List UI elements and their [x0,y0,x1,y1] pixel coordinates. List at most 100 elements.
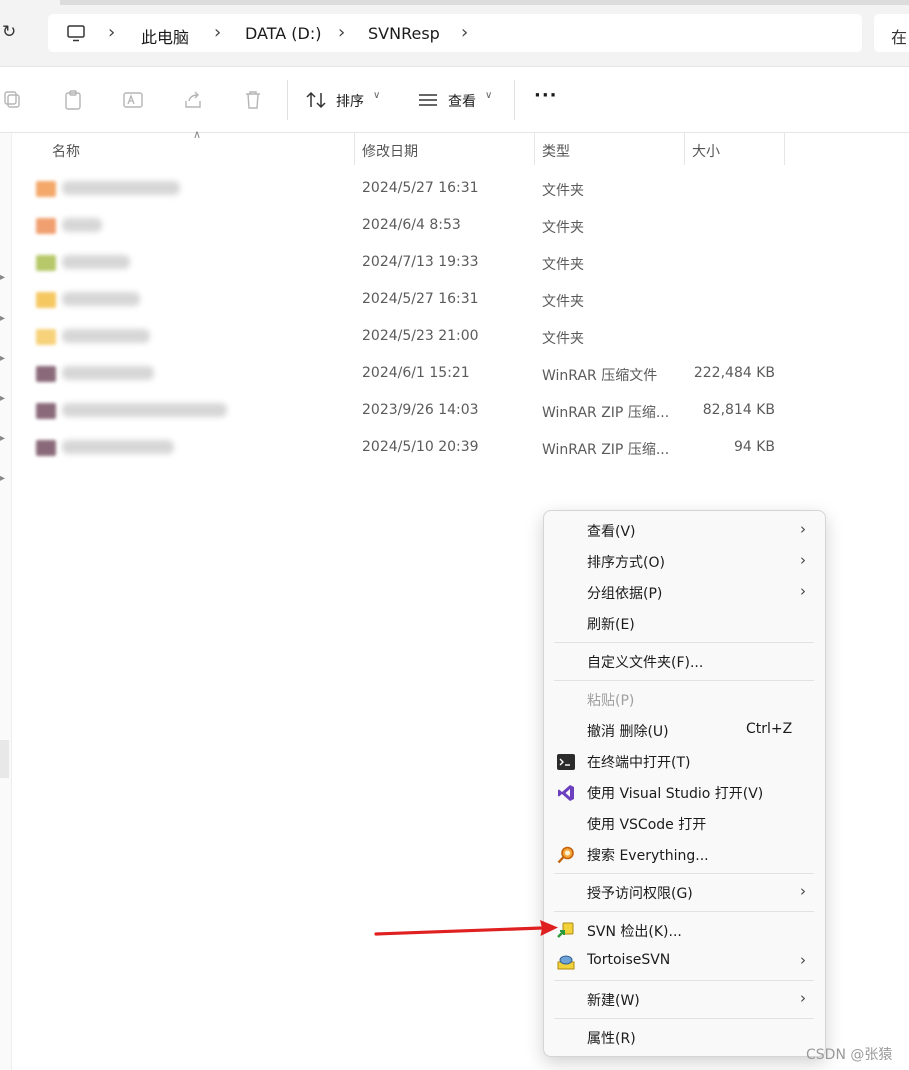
chevron-right-icon: › [800,951,806,969]
breadcrumb-folder[interactable]: SVNResp [368,24,440,43]
column-header-type[interactable]: 类型 [542,141,570,161]
file-date: 2024/5/27 16:31 [362,180,479,196]
annotation-arrow [374,920,558,936]
pin-icon: ▸ [0,433,6,444]
menu-item-open-terminal[interactable]: 在终端中打开(T) [544,746,825,777]
menu-item-label: 在终端中打开(T) [587,755,691,771]
file-date: 2024/6/1 15:21 [362,365,470,381]
table-row[interactable]: 2024/5/10 20:39 WinRAR ZIP 压缩... 94 KB [12,430,802,467]
nav-selected-indicator [0,740,9,778]
menu-item-properties[interactable]: 属性(R) [544,1022,825,1053]
menu-item-label: 排序方式(O) [587,555,665,571]
column-header-name[interactable]: 名称 [52,141,80,161]
menu-item-undo-delete[interactable]: 撤消 删除(U) Ctrl+Z [544,715,825,746]
menu-item-label: 授予访问权限(G) [587,886,693,902]
chevron-down-icon: ∨ [373,90,381,101]
file-date: 2024/6/4 8:53 [362,217,461,233]
chevron-right-icon: › [338,22,346,43]
folder-icon [36,292,56,308]
chevron-right-icon: › [800,989,806,1007]
terminal-icon [557,754,575,770]
menu-item-label: 刷新(E) [587,617,635,633]
chevron-right-icon: › [800,582,806,600]
menu-item-label: 新建(W) [587,993,640,1009]
more-options-button[interactable]: ··· [534,85,558,106]
file-type: WinRAR ZIP 压缩... [542,442,670,458]
menu-item-label: 分组依据(P) [587,586,663,602]
copy-icon[interactable] [2,89,24,111]
file-name-blurred [62,366,154,380]
menu-item-open-visual-studio[interactable]: 使用 Visual Studio 打开(V) [544,777,825,808]
toolbar-separator [287,80,288,120]
column-header-size[interactable]: 大小 [692,141,720,161]
menu-item-grant-access[interactable]: 授予访问权限(G) › [544,877,825,908]
menu-item-refresh[interactable]: 刷新(E) [544,608,825,639]
toolbar-separator [514,80,515,120]
file-date: 2024/5/27 16:31 [362,291,479,307]
menu-item-new[interactable]: 新建(W) › [544,984,825,1015]
table-row[interactable]: 2024/5/27 16:31 文件夹 [12,282,802,319]
table-row[interactable]: 2023/9/26 14:03 WinRAR ZIP 压缩... 82,814 … [12,393,802,430]
table-row[interactable]: 2024/6/1 15:21 WinRAR 压缩文件 222,484 KB [12,356,802,393]
archive-icon [36,403,56,419]
view-icon[interactable] [417,89,439,111]
column-divider[interactable] [784,133,785,165]
table-row[interactable]: 2024/7/13 19:33 文件夹 [12,245,802,282]
menu-shortcut: Ctrl+Z [746,721,793,737]
menu-item-label: 查看(V) [587,524,636,540]
menu-separator [554,873,814,874]
table-row[interactable]: 2024/6/4 8:53 文件夹 [12,208,802,245]
file-type: 文件夹 [542,257,584,273]
folder-icon [36,255,56,271]
menu-item-sort-by[interactable]: 排序方式(O) › [544,546,825,577]
sort-icon[interactable] [305,89,327,111]
file-type: 文件夹 [542,294,584,310]
chevron-right-icon: › [800,520,806,538]
file-size: 82,814 KB [702,402,775,418]
menu-item-search-everything[interactable]: 搜索 Everything... [544,839,825,870]
menu-item-view[interactable]: 查看(V) › [544,515,825,546]
file-date: 2023/9/26 14:03 [362,402,479,418]
share-icon[interactable] [182,89,204,111]
file-date: 2024/5/10 20:39 [362,439,479,455]
menu-item-tortoisesvn[interactable]: TortoiseSVN › [544,946,825,977]
sort-button[interactable]: 排序 [336,91,364,111]
view-button[interactable]: 查看 [448,91,476,111]
table-row[interactable]: 2024/5/27 16:31 文件夹 [12,171,802,208]
column-header-modified[interactable]: 修改日期 [362,141,418,161]
pin-icon: ▸ [0,272,6,283]
menu-separator [554,642,814,643]
column-divider[interactable] [534,133,535,165]
menu-item-customize-folder[interactable]: 自定义文件夹(F)... [544,646,825,677]
pin-icon: ▸ [0,393,6,404]
pin-icon: ▸ [0,313,6,324]
chevron-right-icon: › [800,551,806,569]
pin-icon: ▸ [0,473,6,484]
address-bar[interactable]: › 此电脑 › DATA (D:) › SVNResp › [48,14,862,52]
refresh-icon[interactable]: ↻ [2,22,22,46]
menu-separator [554,980,814,981]
file-name-blurred [62,440,174,454]
file-size: 94 KB [733,439,775,455]
file-type: WinRAR ZIP 压缩... [542,405,670,421]
delete-icon[interactable] [242,89,264,111]
archive-icon [36,366,56,382]
chevron-right-icon: › [108,22,116,43]
context-menu: 查看(V) › 排序方式(O) › 分组依据(P) › 刷新(E) 自定义文件夹… [543,510,826,1057]
paste-icon[interactable] [62,89,84,111]
table-row[interactable]: 2024/5/23 21:00 文件夹 [12,319,802,356]
breadcrumb-drive[interactable]: DATA (D:) [245,24,322,43]
menu-item-svn-checkout[interactable]: SVN 检出(K)... [544,915,825,946]
menu-item-open-vscode[interactable]: 使用 VSCode 打开 [544,808,825,839]
menu-item-label: 自定义文件夹(F)... [587,655,704,671]
file-name-blurred [62,255,130,269]
rename-icon[interactable] [122,89,144,111]
file-type: WinRAR 压缩文件 [542,368,658,384]
menu-separator [554,680,814,681]
command-toolbar: 排序 ∨ 查看 ∨ ··· [0,67,909,133]
breadcrumb-this-pc[interactable]: 此电脑 [141,24,189,48]
computer-icon [67,25,85,42]
column-divider[interactable] [684,133,685,165]
menu-item-group-by[interactable]: 分组依据(P) › [544,577,825,608]
column-divider[interactable] [354,133,355,165]
